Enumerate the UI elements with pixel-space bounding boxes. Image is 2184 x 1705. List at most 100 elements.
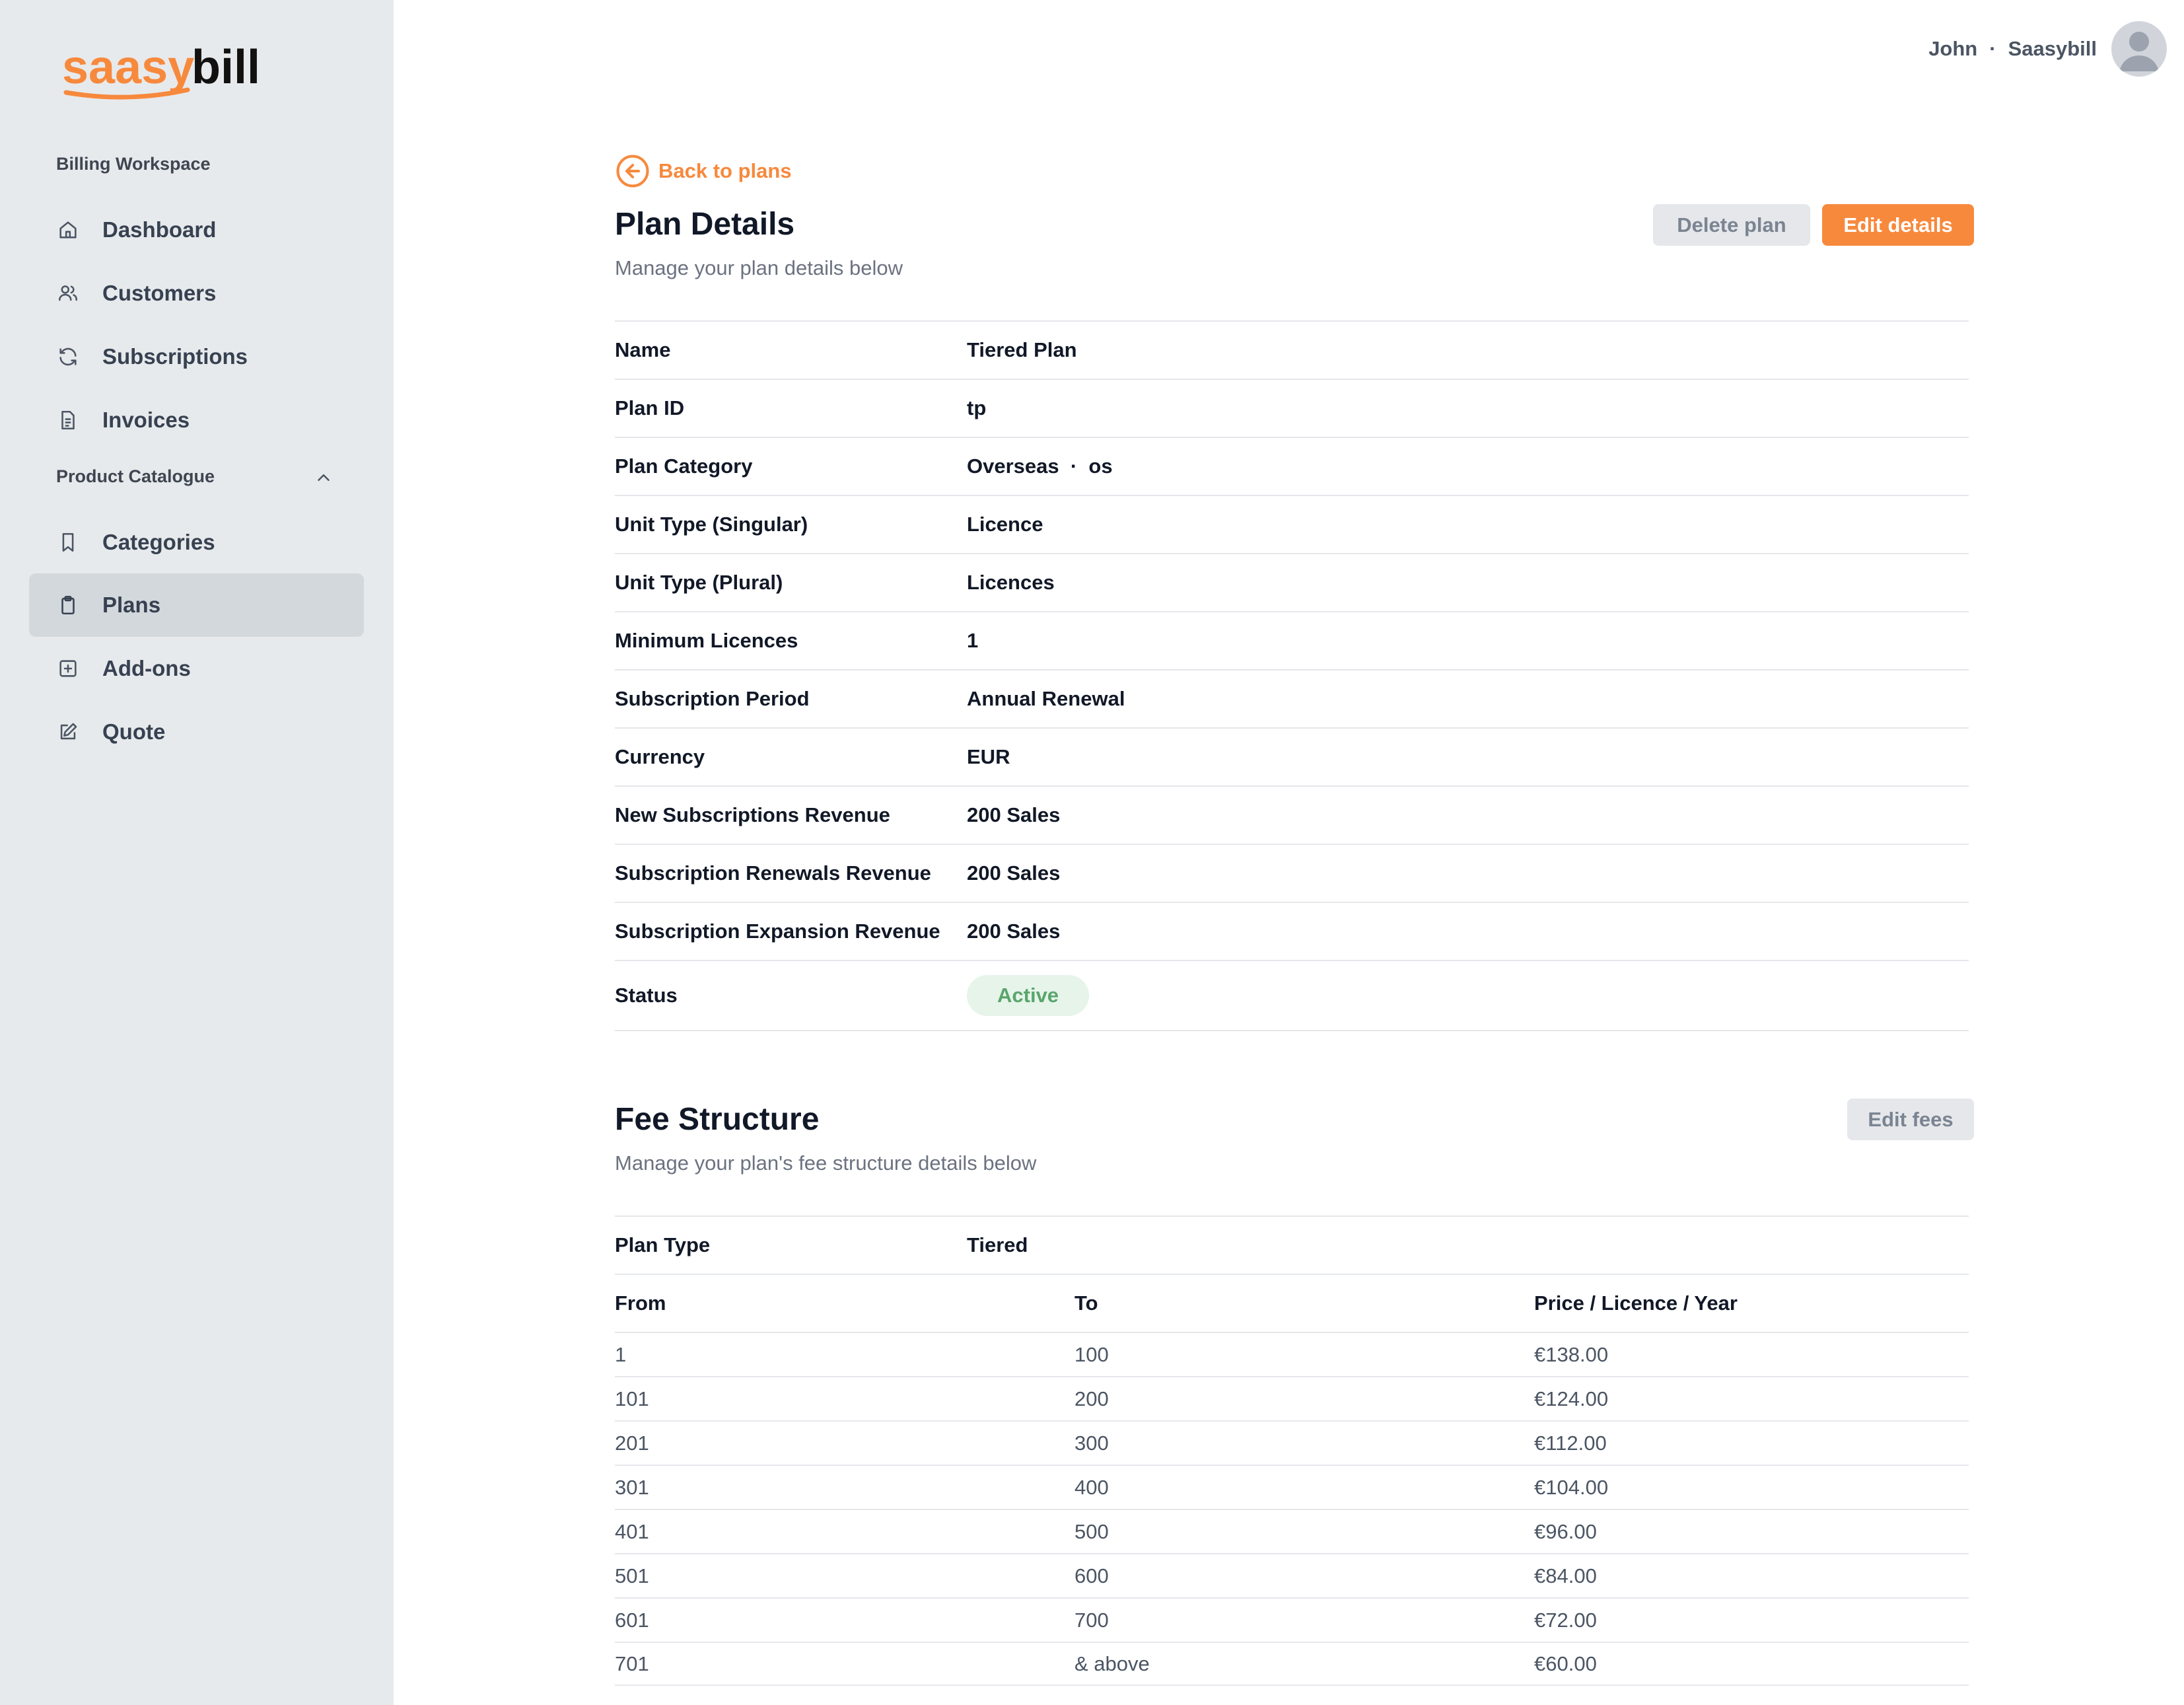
detail-value: 200 Sales — [967, 920, 1061, 943]
sidebar-item-plans[interactable]: Plans — [29, 573, 364, 637]
sidebar-item-subscriptions[interactable]: Subscriptions — [29, 325, 364, 388]
detail-row-new-subscriptions-revenue: New Subscriptions Revenue 200 Sales — [615, 785, 1969, 844]
tier-price: €60.00 — [1534, 1651, 1597, 1675]
fee-structure-subtitle: Manage your plan's fee structure details… — [615, 1151, 1037, 1175]
tier-to: 500 — [1074, 1519, 1109, 1543]
table-row: 601 700 €72.00 — [615, 1597, 1969, 1642]
delete-plan-button[interactable]: Delete plan — [1653, 204, 1810, 246]
tier-from: 101 — [615, 1387, 649, 1410]
table-row: 701 & above €60.00 — [615, 1642, 1969, 1686]
sidebar-item-label: Categories — [102, 530, 215, 554]
product-catalogue-label: Product Catalogue — [56, 466, 215, 486]
tier-to: 700 — [1074, 1608, 1109, 1632]
detail-value: 200 Sales — [967, 861, 1061, 885]
user-menu[interactable]: John · Saasybill — [1928, 21, 2167, 77]
detail-key: Currency — [615, 745, 705, 768]
detail-value: Tiered Plan — [967, 338, 1077, 361]
tier-price: €138.00 — [1534, 1342, 1609, 1366]
detail-key: Subscription Expansion Revenue — [615, 920, 940, 943]
sidebar-item-quote[interactable]: Quote — [29, 700, 364, 764]
column-header-from: From — [615, 1291, 666, 1315]
user-separator: · — [1989, 37, 1996, 60]
billing-workspace-label: Billing Workspace — [56, 154, 211, 174]
detail-key: Unit Type (Singular) — [615, 513, 808, 536]
plus-square-icon — [55, 656, 81, 681]
tier-to: & above — [1074, 1651, 1150, 1675]
sidebar: saasy bill Billing Workspace Dashboard C… — [0, 0, 394, 1705]
detail-value: Annual Renewal — [967, 687, 1125, 710]
plan-details-list: Name Tiered Plan Plan ID tp Plan Categor… — [615, 320, 1969, 1031]
sidebar-item-dashboard[interactable]: Dashboard — [29, 198, 364, 262]
plan-type-value: Tiered — [967, 1233, 1028, 1256]
sidebar-item-customers[interactable]: Customers — [29, 262, 364, 325]
detail-row-name: Name Tiered Plan — [615, 320, 1969, 379]
sidebar-item-invoices[interactable]: Invoices — [29, 388, 364, 452]
main-content: John · Saasybill Back to plans Plan Deta… — [394, 0, 2184, 1705]
edit-fees-button[interactable]: Edit fees — [1847, 1099, 1974, 1140]
detail-value: EUR — [967, 745, 1010, 768]
back-to-plans-link[interactable]: Back to plans — [615, 153, 792, 189]
detail-key: Plan Category — [615, 454, 753, 478]
detail-value: 1 — [967, 629, 979, 652]
table-row: 501 600 €84.00 — [615, 1553, 1969, 1597]
detail-value: tp — [967, 396, 987, 419]
column-header-to: To — [1074, 1291, 1098, 1315]
refresh-icon — [55, 344, 81, 369]
tier-from: 201 — [615, 1431, 649, 1455]
tier-from: 601 — [615, 1608, 649, 1632]
tier-price: €124.00 — [1534, 1387, 1609, 1410]
detail-key: Minimum Licences — [615, 629, 798, 652]
tier-to: 300 — [1074, 1431, 1109, 1455]
detail-value: Licences — [967, 571, 1055, 594]
detail-key: Subscription Period — [615, 687, 810, 710]
page-title: Plan Details — [615, 207, 795, 242]
plan-type-key: Plan Type — [615, 1233, 711, 1256]
logo-text-right: bill — [192, 41, 260, 94]
table-row: 401 500 €96.00 — [615, 1509, 1969, 1553]
detail-row-currency: Currency EUR — [615, 727, 1969, 785]
detail-row-subscription-period: Subscription Period Annual Renewal — [615, 669, 1969, 727]
tier-price: €72.00 — [1534, 1608, 1597, 1632]
logo-text-left: saasy — [62, 41, 194, 94]
sidebar-item-label: Plans — [102, 593, 161, 617]
app-root: saasy bill Billing Workspace Dashboard C… — [0, 0, 2184, 1705]
tier-from: 1 — [615, 1342, 627, 1366]
org-name: Saasybill — [2008, 37, 2097, 60]
tier-price: €104.00 — [1534, 1475, 1609, 1499]
arrow-left-circle-icon — [616, 155, 649, 188]
tier-to: 100 — [1074, 1342, 1109, 1366]
detail-row-status: Status Active — [615, 960, 1969, 1031]
detail-key: Plan ID — [615, 396, 685, 419]
detail-value: 200 Sales — [967, 803, 1061, 826]
sidebar-item-label: Dashboard — [102, 217, 217, 242]
tier-price: €112.00 — [1534, 1431, 1607, 1455]
tier-to: 400 — [1074, 1475, 1109, 1499]
detail-row-unit-singular: Unit Type (Singular) Licence — [615, 495, 1969, 553]
detail-key: Unit Type (Plural) — [615, 571, 783, 594]
table-row: 301 400 €104.00 — [615, 1465, 1969, 1509]
sidebar-item-categories[interactable]: Categories — [29, 511, 364, 574]
tier-from: 501 — [615, 1564, 649, 1587]
chevron-up-icon[interactable] — [310, 464, 337, 491]
sidebar-item-addons[interactable]: Add-ons — [29, 637, 364, 700]
status-badge: Active — [967, 975, 1090, 1016]
fee-structure-table: Plan Type Tiered From To Price / Licence… — [615, 1215, 1969, 1686]
detail-row-minimum-licences: Minimum Licences 1 — [615, 611, 1969, 669]
detail-value: Overseas · os — [967, 454, 1113, 478]
detail-row-plan-id: Plan ID tp — [615, 379, 1969, 437]
sidebar-item-label: Customers — [102, 281, 217, 305]
back-link-label: Back to plans — [658, 159, 792, 182]
edit-details-button[interactable]: Edit details — [1822, 204, 1974, 246]
detail-key: Subscription Renewals Revenue — [615, 861, 931, 885]
detail-row-plan-category: Plan Category Overseas · os — [615, 437, 1969, 495]
sidebar-item-label: Subscriptions — [102, 344, 248, 369]
home-icon — [55, 217, 81, 242]
fee-structure-title: Fee Structure — [615, 1102, 820, 1137]
avatar[interactable] — [2111, 21, 2167, 77]
tier-from: 701 — [615, 1651, 649, 1675]
saasybill-logo[interactable]: saasy bill — [62, 38, 267, 101]
user-name: John — [1928, 37, 1978, 60]
tier-from: 301 — [615, 1475, 649, 1499]
detail-key: New Subscriptions Revenue — [615, 803, 890, 826]
detail-row-renewals-revenue: Subscription Renewals Revenue 200 Sales — [615, 844, 1969, 902]
